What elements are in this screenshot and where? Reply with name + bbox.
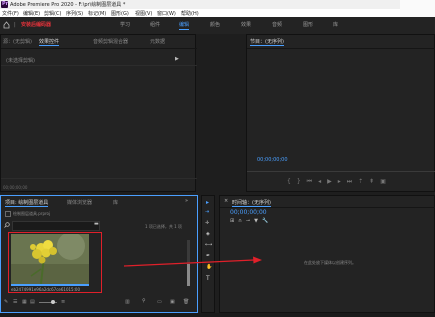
annotation-arrow	[123, 256, 262, 267]
status-bar	[0, 313, 435, 317]
